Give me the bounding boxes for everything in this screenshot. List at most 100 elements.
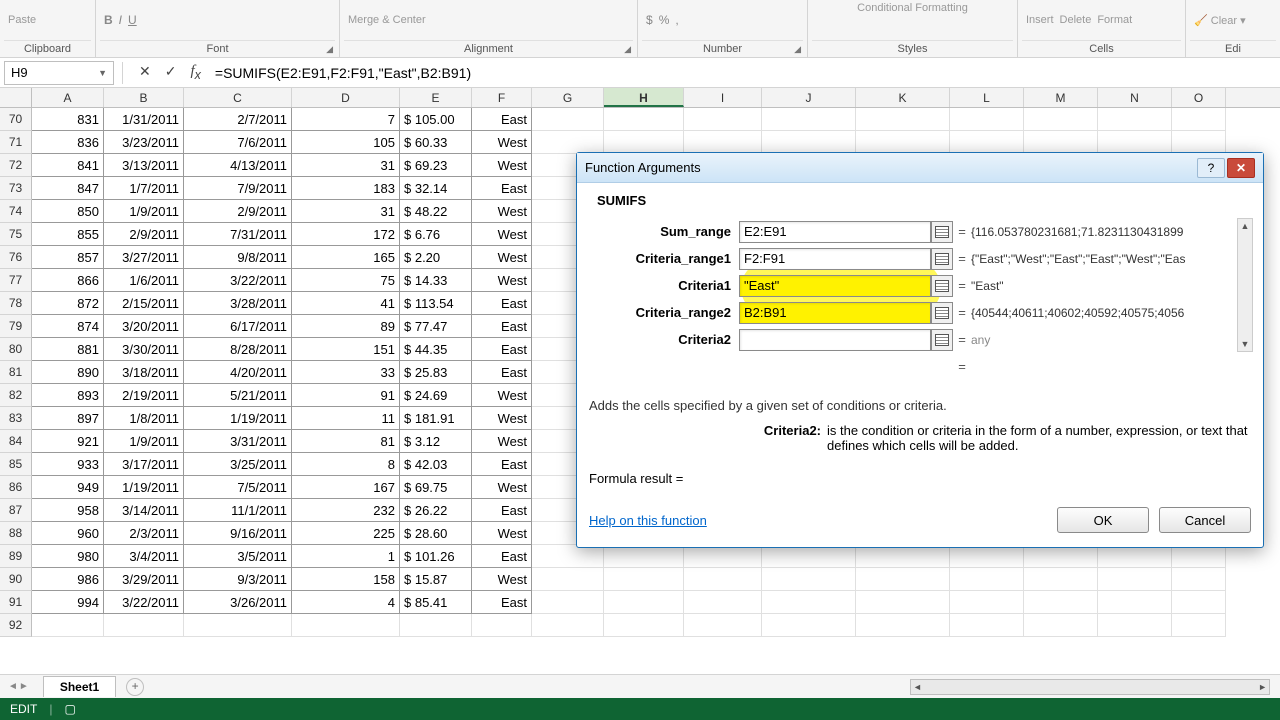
- cell[interactable]: 167: [292, 476, 400, 499]
- cancel-button[interactable]: Cancel: [1159, 507, 1251, 533]
- col-header-o[interactable]: O: [1172, 88, 1226, 107]
- cell[interactable]: 1/8/2011: [104, 407, 184, 430]
- cell[interactable]: $ 105.00: [400, 108, 472, 131]
- cell[interactable]: 3/20/2011: [104, 315, 184, 338]
- cell[interactable]: [1098, 131, 1172, 154]
- cell[interactable]: [856, 545, 950, 568]
- cell[interactable]: [32, 614, 104, 637]
- cell[interactable]: 165: [292, 246, 400, 269]
- cell[interactable]: 831: [32, 108, 104, 131]
- cell[interactable]: West: [472, 407, 532, 430]
- row-header[interactable]: 84: [0, 430, 32, 453]
- cell[interactable]: 3/31/2011: [184, 430, 292, 453]
- range-selector-button[interactable]: [931, 302, 953, 324]
- row-header[interactable]: 91: [0, 591, 32, 614]
- cell[interactable]: East: [472, 292, 532, 315]
- cell[interactable]: $ 48.22: [400, 200, 472, 223]
- cell[interactable]: 3/25/2011: [184, 453, 292, 476]
- col-header-l[interactable]: L: [950, 88, 1024, 107]
- cell[interactable]: 960: [32, 522, 104, 545]
- cell[interactable]: West: [472, 476, 532, 499]
- row-header[interactable]: 75: [0, 223, 32, 246]
- cell[interactable]: 3/28/2011: [184, 292, 292, 315]
- cell[interactable]: [762, 545, 856, 568]
- macro-record-icon[interactable]: ▢: [64, 702, 75, 716]
- cell[interactable]: 9/8/2011: [184, 246, 292, 269]
- row-header[interactable]: 78: [0, 292, 32, 315]
- alignment-launcher-icon[interactable]: ◢: [624, 44, 631, 55]
- cell[interactable]: 2/9/2011: [104, 223, 184, 246]
- row-header[interactable]: 74: [0, 200, 32, 223]
- cell[interactable]: 89: [292, 315, 400, 338]
- cell[interactable]: 3/29/2011: [104, 568, 184, 591]
- cell[interactable]: East: [472, 177, 532, 200]
- cell[interactable]: 1/9/2011: [104, 430, 184, 453]
- cell[interactable]: [532, 545, 604, 568]
- currency-icon[interactable]: $: [646, 13, 653, 27]
- cell[interactable]: [762, 568, 856, 591]
- number-launcher-icon[interactable]: ◢: [794, 44, 801, 55]
- cell[interactable]: 75: [292, 269, 400, 292]
- cell[interactable]: [950, 108, 1024, 131]
- cell[interactable]: $ 2.20: [400, 246, 472, 269]
- cell[interactable]: 872: [32, 292, 104, 315]
- underline-icon[interactable]: U: [128, 13, 137, 27]
- cell[interactable]: 3/13/2011: [104, 154, 184, 177]
- dialog-help-button[interactable]: ?: [1197, 158, 1225, 178]
- cell[interactable]: [1024, 614, 1098, 637]
- row-header[interactable]: 81: [0, 361, 32, 384]
- cell[interactable]: 9/3/2011: [184, 568, 292, 591]
- cell[interactable]: [1098, 568, 1172, 591]
- cell[interactable]: 33: [292, 361, 400, 384]
- cell[interactable]: 4/13/2011: [184, 154, 292, 177]
- cell[interactable]: 986: [32, 568, 104, 591]
- cell[interactable]: 921: [32, 430, 104, 453]
- row-header[interactable]: 89: [0, 545, 32, 568]
- cell[interactable]: 31: [292, 154, 400, 177]
- cell[interactable]: West: [472, 384, 532, 407]
- cell[interactable]: 11: [292, 407, 400, 430]
- cell[interactable]: [856, 108, 950, 131]
- cell[interactable]: 5/21/2011: [184, 384, 292, 407]
- arg-input[interactable]: [739, 302, 931, 324]
- row-header[interactable]: 82: [0, 384, 32, 407]
- cell[interactable]: $ 85.41: [400, 591, 472, 614]
- cell[interactable]: 41: [292, 292, 400, 315]
- cell[interactable]: [1098, 108, 1172, 131]
- cell[interactable]: [762, 591, 856, 614]
- col-header-c[interactable]: C: [184, 88, 292, 107]
- row-header[interactable]: 80: [0, 338, 32, 361]
- cell[interactable]: 105: [292, 131, 400, 154]
- cell[interactable]: 8: [292, 453, 400, 476]
- cell[interactable]: 1/19/2011: [104, 476, 184, 499]
- cell[interactable]: West: [472, 154, 532, 177]
- cell[interactable]: $ 14.33: [400, 269, 472, 292]
- row-header[interactable]: 92: [0, 614, 32, 637]
- cell[interactable]: [950, 131, 1024, 154]
- cell[interactable]: 9/16/2011: [184, 522, 292, 545]
- cell[interactable]: $ 3.12: [400, 430, 472, 453]
- cell[interactable]: East: [472, 361, 532, 384]
- cancel-formula-icon[interactable]: ✕: [139, 63, 151, 82]
- cell[interactable]: [532, 131, 604, 154]
- cell[interactable]: [856, 591, 950, 614]
- cell[interactable]: $ 32.14: [400, 177, 472, 200]
- cell[interactable]: West: [472, 430, 532, 453]
- cond-format-button[interactable]: Conditional Formatting: [857, 2, 968, 14]
- cell[interactable]: $ 113.54: [400, 292, 472, 315]
- cell[interactable]: [856, 614, 950, 637]
- cell[interactable]: [856, 131, 950, 154]
- cell[interactable]: [472, 614, 532, 637]
- range-selector-button[interactable]: [931, 329, 953, 351]
- cell[interactable]: 3/4/2011: [104, 545, 184, 568]
- cell[interactable]: 6/17/2011: [184, 315, 292, 338]
- cell[interactable]: 2/3/2011: [104, 522, 184, 545]
- cell[interactable]: 91: [292, 384, 400, 407]
- cell[interactable]: 158: [292, 568, 400, 591]
- dialog-close-button[interactable]: ✕: [1227, 158, 1255, 178]
- cell[interactable]: 7/9/2011: [184, 177, 292, 200]
- cell[interactable]: 3/18/2011: [104, 361, 184, 384]
- enter-formula-icon[interactable]: ✓: [165, 63, 177, 82]
- cell[interactable]: $ 15.87: [400, 568, 472, 591]
- cell[interactable]: 3/5/2011: [184, 545, 292, 568]
